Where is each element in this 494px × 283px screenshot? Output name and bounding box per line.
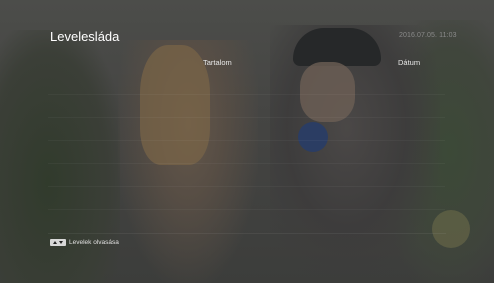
list-item[interactable] xyxy=(48,118,445,141)
footer-divider xyxy=(48,233,446,234)
list-item[interactable] xyxy=(48,72,445,95)
page-title: Levelesláda xyxy=(50,29,120,44)
column-header-date: Dátum xyxy=(398,58,421,67)
mailbox-screen: Levelesláda 2016.07.05. 11:03 Tartalom D… xyxy=(0,0,494,283)
footer-hint: Levelek olvasása xyxy=(50,239,119,246)
up-down-keys-icon xyxy=(50,239,66,246)
column-header-content: Tartalom xyxy=(203,58,232,67)
message-list[interactable] xyxy=(48,72,445,230)
list-item[interactable] xyxy=(48,141,445,164)
list-item[interactable] xyxy=(48,164,445,187)
hint-read-messages-label: Levelek olvasása xyxy=(69,239,119,246)
list-item[interactable] xyxy=(48,187,445,210)
list-item[interactable] xyxy=(48,95,445,118)
clock-datetime: 2016.07.05. 11:03 xyxy=(399,32,457,39)
